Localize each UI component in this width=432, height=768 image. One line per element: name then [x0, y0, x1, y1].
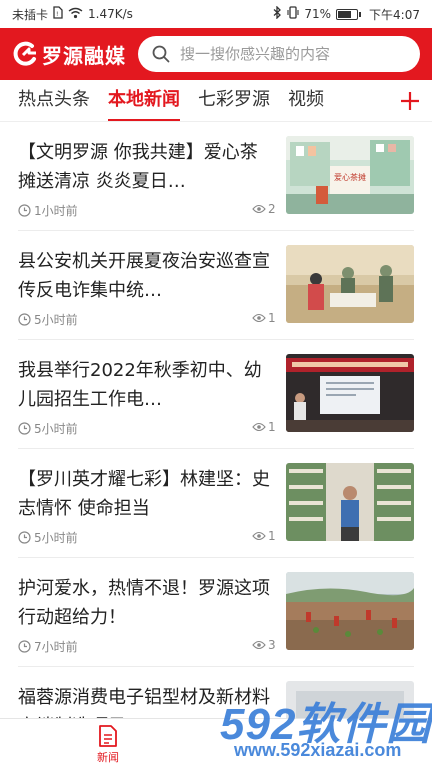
news-views-count: 1 — [268, 420, 276, 434]
bluetooth-icon — [273, 5, 282, 22]
news-views: 3 — [252, 638, 276, 652]
tab-local-news[interactable]: 本地新闻 — [108, 80, 180, 121]
news-time-text: 1小时前 — [34, 204, 78, 218]
news-time: 7小时前 — [18, 638, 78, 655]
logo-text: 罗源融媒 — [42, 43, 126, 68]
news-time-text: 5小时前 — [34, 422, 78, 436]
eye-icon — [252, 531, 266, 541]
news-item[interactable]: 护河爱水，热情不退！罗源这项行动超给力！ 7小时前 3 — [18, 558, 414, 667]
news-thumbnail[interactable] — [286, 572, 414, 650]
news-time-text: 5小时前 — [34, 531, 78, 545]
nav-news-label: 新闻 — [97, 751, 119, 764]
news-title: 我县举行2022年秋季初中、幼儿园招生工作电… — [18, 360, 262, 410]
news-views: 1 — [252, 311, 276, 325]
clock: 下午4:07 — [369, 7, 420, 22]
clock-icon — [18, 204, 31, 217]
news-views-count: 2 — [268, 202, 276, 216]
battery-icon — [336, 8, 362, 20]
bottom-nav: 新闻 — [0, 718, 432, 768]
eye-icon — [252, 313, 266, 323]
sim-icon: ! — [53, 6, 63, 22]
vibrate-icon — [287, 6, 299, 22]
battery-level: 71% — [304, 7, 332, 21]
clock-icon — [18, 313, 31, 326]
tab-colorful-luoyuan[interactable]: 七彩罗源 — [198, 80, 270, 121]
nav-news-button[interactable]: 新闻 — [84, 725, 132, 765]
wifi-icon — [68, 7, 83, 22]
eye-icon — [252, 204, 266, 214]
news-time: 1小时前 — [18, 202, 78, 219]
news-views: 1 — [252, 420, 276, 434]
clock-icon — [18, 640, 31, 653]
status-right: 71% 下午4:07 — [273, 5, 420, 23]
status-bar: 未插卡 ! 1.47K/s 71% 下午4:07 — [0, 0, 432, 28]
search-box[interactable] — [138, 36, 420, 72]
news-item[interactable]: 县公安机关开展夏夜治安巡查宣传反电诈集中统… 5小时前 1 — [18, 231, 414, 340]
news-title: 【罗川英才耀七彩】林建坚：史志情怀 使命担当 — [18, 469, 270, 519]
news-views: 2 — [252, 202, 276, 216]
news-thumbnail[interactable] — [286, 245, 414, 323]
news-time: 5小时前 — [18, 311, 78, 328]
news-time: 5小时前 — [18, 420, 78, 437]
news-views-count: 1 — [268, 529, 276, 543]
news-time-text: 5小时前 — [34, 313, 78, 327]
news-thumbnail[interactable]: 爱心茶摊 — [286, 136, 414, 214]
news-views-count: 1 — [268, 311, 276, 325]
news-title: 护河爱水，热情不退！罗源这项行动超给力！ — [18, 578, 270, 628]
news-views-count: 3 — [268, 638, 276, 652]
add-tab-button[interactable] — [388, 80, 432, 121]
news-item[interactable]: 我县举行2022年秋季初中、幼儿园招生工作电… 5小时前 1 — [18, 340, 414, 449]
tab-video[interactable]: 视频 — [288, 80, 324, 121]
app-header: 罗源融媒 — [0, 28, 432, 80]
news-time: 5小时前 — [18, 529, 78, 546]
news-item[interactable]: 【罗川英才耀七彩】林建坚：史志情怀 使命担当 5小时前 1 — [18, 449, 414, 558]
search-icon — [152, 45, 170, 63]
svg-text:爱心茶摊: 爱心茶摊 — [334, 172, 366, 182]
svg-text:!: ! — [56, 11, 58, 18]
category-tabs: 热点头条 本地新闻 七彩罗源 视频 — [0, 80, 432, 122]
news-views: 1 — [252, 529, 276, 543]
tab-hot-headlines[interactable]: 热点头条 — [18, 80, 90, 121]
clock-icon — [18, 422, 31, 435]
eye-icon — [252, 422, 266, 432]
news-item[interactable]: 福蓉源消费电子铝型材及新材料高端制造项目… — [18, 667, 414, 718]
news-thumbnail[interactable] — [286, 463, 414, 541]
clock-icon — [18, 531, 31, 544]
news-list: 【文明罗源 你我共建】爱心茶摊送清凉 炎炎夏日… 1小时前 2 爱心茶摊 县公安… — [0, 122, 432, 718]
search-input[interactable] — [180, 45, 406, 63]
plus-icon — [401, 92, 419, 110]
tab-fade — [360, 80, 388, 121]
status-left: 未插卡 ! 1.47K/s — [12, 6, 133, 23]
news-time-text: 7小时前 — [34, 640, 78, 654]
news-title: 县公安机关开展夏夜治安巡查宣传反电诈集中统… — [18, 251, 270, 301]
app-logo[interactable]: 罗源融媒 — [12, 40, 126, 69]
news-item[interactable]: 【文明罗源 你我共建】爱心茶摊送清凉 炎炎夏日… 1小时前 2 爱心茶摊 — [18, 122, 414, 231]
logo-icon — [13, 41, 36, 66]
eye-icon — [252, 640, 266, 650]
news-thumbnail[interactable] — [286, 354, 414, 432]
news-title: 【文明罗源 你我共建】爱心茶摊送清凉 炎炎夏日… — [18, 142, 258, 192]
document-icon — [99, 725, 117, 747]
sim-status: 未插卡 — [12, 7, 49, 22]
news-thumbnail[interactable] — [286, 681, 414, 718]
network-speed: 1.47K/s — [88, 7, 133, 21]
news-title: 福蓉源消费电子铝型材及新材料高端制造项目… — [18, 687, 270, 718]
